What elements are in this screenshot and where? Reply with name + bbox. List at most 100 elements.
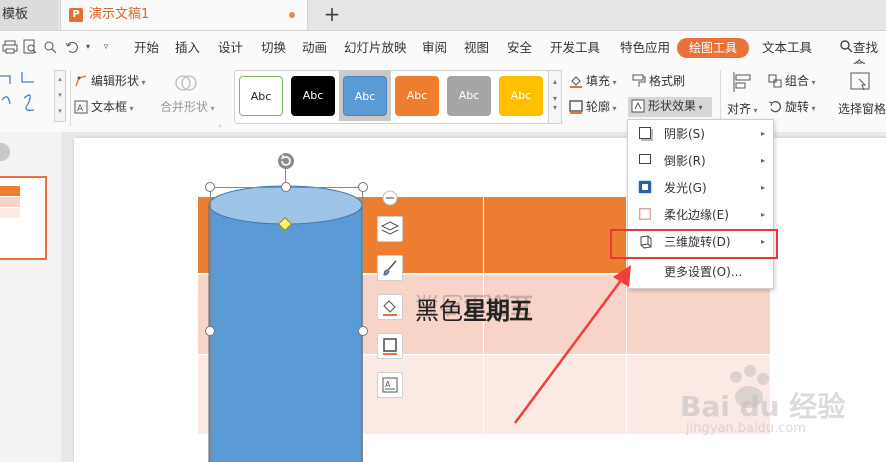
print-icon[interactable] [2,39,18,55]
menu-security[interactable]: 安全 [507,39,532,57]
rotate-icon [768,100,782,114]
merge-shape-icon [174,72,198,94]
resize-handle-top-right[interactable] [358,182,368,192]
ribbon-divider [70,70,71,126]
menu-item-glow[interactable]: 发光(G) ▸ [628,175,773,201]
style-orange-label: Abc [406,89,428,102]
watermark: Bai du 经验 jingyan.baidu.com [680,363,880,443]
watermark-url: jingyan.baidu.com [686,421,806,436]
outline-tool[interactable] [377,333,403,359]
merge-shape-label: 合并形状 [160,100,209,114]
menu-review[interactable]: 审阅 [422,39,447,57]
resize-handle-top[interactable] [281,182,291,192]
tab-document[interactable]: P 演示文稿1 [60,0,308,30]
menu-bar: ▾ ▿ 开始 插入 设计 切换 动画 幻灯片放映 审阅 视图 安全 开发工具 特… [0,31,886,73]
layers-tool[interactable] [377,216,403,242]
shape-effects-dropdown: 阴影(S) ▸ 倒影(R) ▸ 发光(G) ▸ 柔化边缘(E) ▸ 三维旋转(D… [627,119,774,289]
shape-gallery-scroll[interactable]: ▴ ▾ ▾ [54,70,66,122]
menu-slideshow[interactable]: 幻灯片放映 [344,39,407,57]
dialog-launcher-icon[interactable]: ⌟ [218,120,221,128]
resize-handle-right[interactable] [358,326,368,336]
menu-item-reflection[interactable]: 倒影(R) ▸ [628,148,773,174]
new-tab-button[interactable]: + [322,0,342,30]
style-gray[interactable]: Abc [447,76,491,116]
text-box-label: 文本框 [91,100,128,114]
edit-shape-label: 编辑形状 [91,74,140,88]
align-icon [731,71,753,93]
style-white-label: Abc [250,90,272,103]
styles-scroll[interactable]: ▴ ▾ ▾ [548,70,562,124]
fill-tool[interactable] [377,294,403,320]
menu-design[interactable]: 设计 [218,39,243,57]
group-icon [768,74,782,88]
menu-item-soft-edges[interactable]: 柔化边缘(E) ▸ [628,202,773,228]
unsaved-dot-icon [289,12,295,18]
menu-features[interactable]: 特色应用 [620,39,670,57]
document-title: 演示文稿1 [89,7,150,22]
outline-button[interactable]: 轮廓 ▾ [569,98,617,116]
style-orange[interactable]: Abc [395,76,439,116]
presentation-logo-icon: P [69,8,83,22]
resize-handle-top-left[interactable] [205,182,215,192]
selection-pane-icon [849,71,871,93]
fill-label: 填充 [586,74,611,88]
menu-transitions[interactable]: 切换 [261,39,286,57]
undo-icon[interactable] [64,39,80,55]
menu-item-reflection-label: 倒影(R) [664,154,706,168]
rotate-handle-icon[interactable] [277,152,295,170]
fill-bucket-icon [569,74,583,88]
rotate-button[interactable]: 旋转 ▾ [768,98,816,116]
brush-tool[interactable] [377,255,403,281]
style-white[interactable]: Abc [239,76,283,116]
menu-developer[interactable]: 开发工具 [550,39,600,57]
panel-collapse-button[interactable] [0,143,10,161]
align-button[interactable]: 对齐 ▾ [727,100,758,118]
search-label[interactable]: 查找命 [853,39,886,73]
menu-text-tools[interactable]: 文本工具 [762,39,812,57]
menu-animation[interactable]: 动画 [302,39,327,57]
menu-drawing-tools[interactable]: 绘图工具 [677,38,749,58]
quick-access-more-icon[interactable]: ▿ [98,39,114,55]
search-icon[interactable] [838,39,854,55]
menu-item-more-settings[interactable]: 更多设置(O)... [628,259,773,285]
print-preview-icon[interactable] [22,39,38,55]
submenu-arrow-icon: ▸ [760,156,765,165]
fill-button[interactable]: 填充 ▾ [569,72,617,90]
rotate-label: 旋转 [785,100,810,114]
style-blue[interactable]: Abc [343,76,387,116]
menu-item-glow-label: 发光(G) [664,181,707,195]
annotation-arrow-icon [513,265,631,424]
resize-handle-left[interactable] [205,326,215,336]
find-replace-icon[interactable] [42,39,58,55]
outline-label: 轮廓 [586,100,611,114]
submenu-arrow-icon: ▸ [760,129,765,138]
tab-bar: 模板 P 演示文稿1 + [0,0,886,31]
group-button[interactable]: 组合 ▾ [768,72,816,90]
format-painter-icon [632,74,646,88]
style-yellow[interactable]: Abc [499,76,543,116]
layers-icon [380,221,400,235]
submenu-arrow-icon: ▸ [760,183,765,192]
menu-item-shadow[interactable]: 阴影(S) ▸ [628,121,773,147]
shape-effects-button[interactable]: 形状效果 ▾ [628,97,712,117]
ribbon-divider [720,70,721,126]
style-black[interactable]: Abc [291,76,335,116]
selection-pane-button[interactable]: 选择窗格 [838,100,886,118]
text-box-button[interactable]: A 文本框 ▾ [74,98,134,116]
slide-thumbnail[interactable] [0,176,47,260]
format-painter-button[interactable]: 格式刷 [632,72,685,90]
edit-shape-button[interactable]: 编辑形状 ▾ [74,72,146,90]
menu-item-shadow-label: 阴影(S) [664,127,705,141]
text-box-icon: A [382,377,398,393]
text-tool[interactable]: A [377,372,403,398]
group-label: 组合 [785,74,810,88]
tab-template[interactable]: 模板 [0,0,58,30]
menu-view[interactable]: 视图 [464,39,489,57]
undo-dropdown-icon[interactable]: ▾ [80,39,96,55]
menu-insert[interactable]: 插入 [175,39,200,57]
menu-home[interactable]: 开始 [134,39,159,57]
shape-gallery[interactable] [0,70,52,120]
merge-shape-button[interactable]: 合并形状 ▾ [160,98,215,116]
tab-template-label: 模板 [2,7,29,22]
collapse-tools-icon[interactable] [382,190,398,206]
